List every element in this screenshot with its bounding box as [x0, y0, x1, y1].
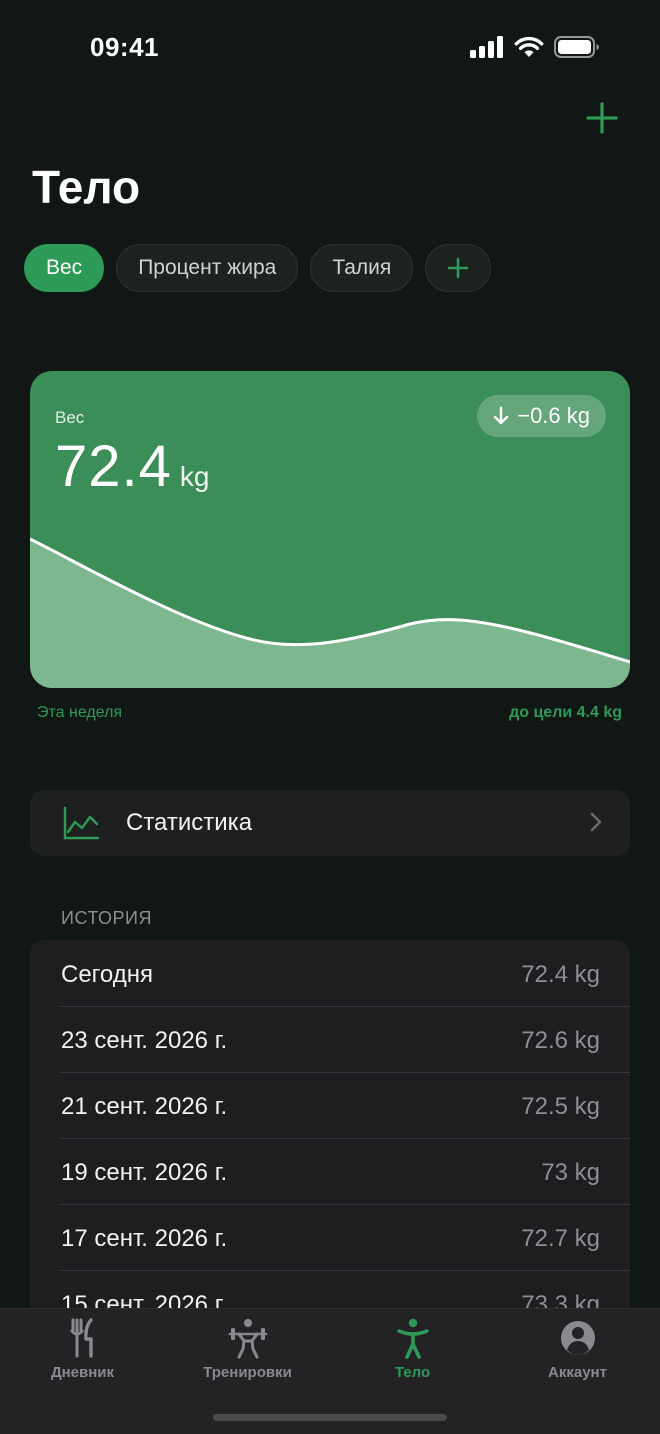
tab-body-fat[interactable]: Процент жира: [116, 244, 299, 292]
tab-body-label: Тело: [394, 1364, 431, 1381]
statistics-label: Статистика: [126, 809, 253, 836]
status-time: 09:41: [90, 32, 159, 62]
status-icons: [470, 36, 600, 58]
card-metric-label: Вес: [55, 408, 85, 427]
tab-diary-label: Дневник: [50, 1364, 115, 1381]
history-date: 21 сент. 2026 г.: [61, 1093, 228, 1120]
line-chart-icon: [63, 806, 100, 840]
weightlifter-icon: [228, 1319, 267, 1359]
weight-value: 72.4: [55, 434, 172, 499]
status-bar: 09:41: [0, 0, 660, 96]
history-row[interactable]: 21 сент. 2026 г. 72.5 kg: [30, 1072, 630, 1138]
history-row[interactable]: 23 сент. 2026 г. 72.6 kg: [30, 1006, 630, 1072]
history-value: 72.4 kg: [521, 961, 600, 988]
weight-change-value: −0.6 kg: [517, 403, 590, 428]
arrow-down-icon: [494, 406, 509, 425]
statistics-button[interactable]: Статистика: [30, 790, 630, 856]
chevron-right-icon: [590, 812, 602, 832]
tab-body[interactable]: Тело: [330, 1309, 495, 1399]
trend-area: [30, 539, 630, 688]
account-circle-icon: [560, 1321, 595, 1355]
wifi-icon: [514, 36, 544, 57]
tab-workouts-label: Тренировки: [203, 1364, 292, 1381]
history-date: 17 сент. 2026 г.: [61, 1225, 228, 1252]
history-date: 23 сент. 2026 г.: [61, 1027, 228, 1054]
weight-card[interactable]: Вес 72.4 kg −0.6 kg: [30, 371, 630, 688]
current-weight: 72.4 kg: [55, 433, 209, 500]
add-metric-button[interactable]: [425, 244, 492, 292]
tab-account[interactable]: Аккаунт: [495, 1309, 660, 1399]
tab-waist[interactable]: Талия: [310, 244, 414, 292]
body-figure-icon: [396, 1318, 429, 1359]
tab-diary[interactable]: Дневник: [0, 1309, 165, 1399]
weight-change-badge: −0.6 kg: [477, 395, 606, 437]
history-value: 72.5 kg: [521, 1093, 600, 1120]
history-row[interactable]: Сегодня 72.4 kg: [30, 940, 630, 1006]
metric-tabs: Вес Процент жира Талия: [24, 244, 492, 292]
history-header: ИСТОРИЯ: [61, 908, 152, 928]
history-date: Сегодня: [61, 961, 153, 988]
period-label: Эта неделя: [37, 704, 123, 721]
tab-account-label: Аккаунт: [548, 1364, 607, 1381]
cellular-signal-icon: [470, 36, 503, 58]
goal-remaining: до цели 4.4 kg: [509, 704, 622, 721]
add-icon[interactable]: [584, 100, 620, 136]
tab-workouts[interactable]: Тренировки: [165, 1309, 330, 1399]
history-value: 72.7 kg: [521, 1225, 600, 1252]
weight-unit: kg: [179, 461, 210, 492]
history-row[interactable]: 19 сент. 2026 г. 73 kg: [30, 1138, 630, 1204]
fork-knife-icon: [70, 1318, 93, 1358]
home-indicator: [213, 1414, 447, 1421]
plus-icon: [447, 257, 469, 279]
tab-weight[interactable]: Вес: [24, 244, 105, 292]
history-row[interactable]: 17 сент. 2026 г. 72.7 kg: [30, 1204, 630, 1270]
battery-icon: [554, 36, 599, 58]
history-value: 73 kg: [541, 1159, 600, 1186]
history-date: 19 сент. 2026 г.: [61, 1159, 228, 1186]
history-list: Сегодня 72.4 kg 23 сент. 2026 г. 72.6 kg…: [30, 940, 630, 1340]
history-value: 72.6 kg: [521, 1027, 600, 1054]
page-title: Тело: [32, 161, 141, 213]
